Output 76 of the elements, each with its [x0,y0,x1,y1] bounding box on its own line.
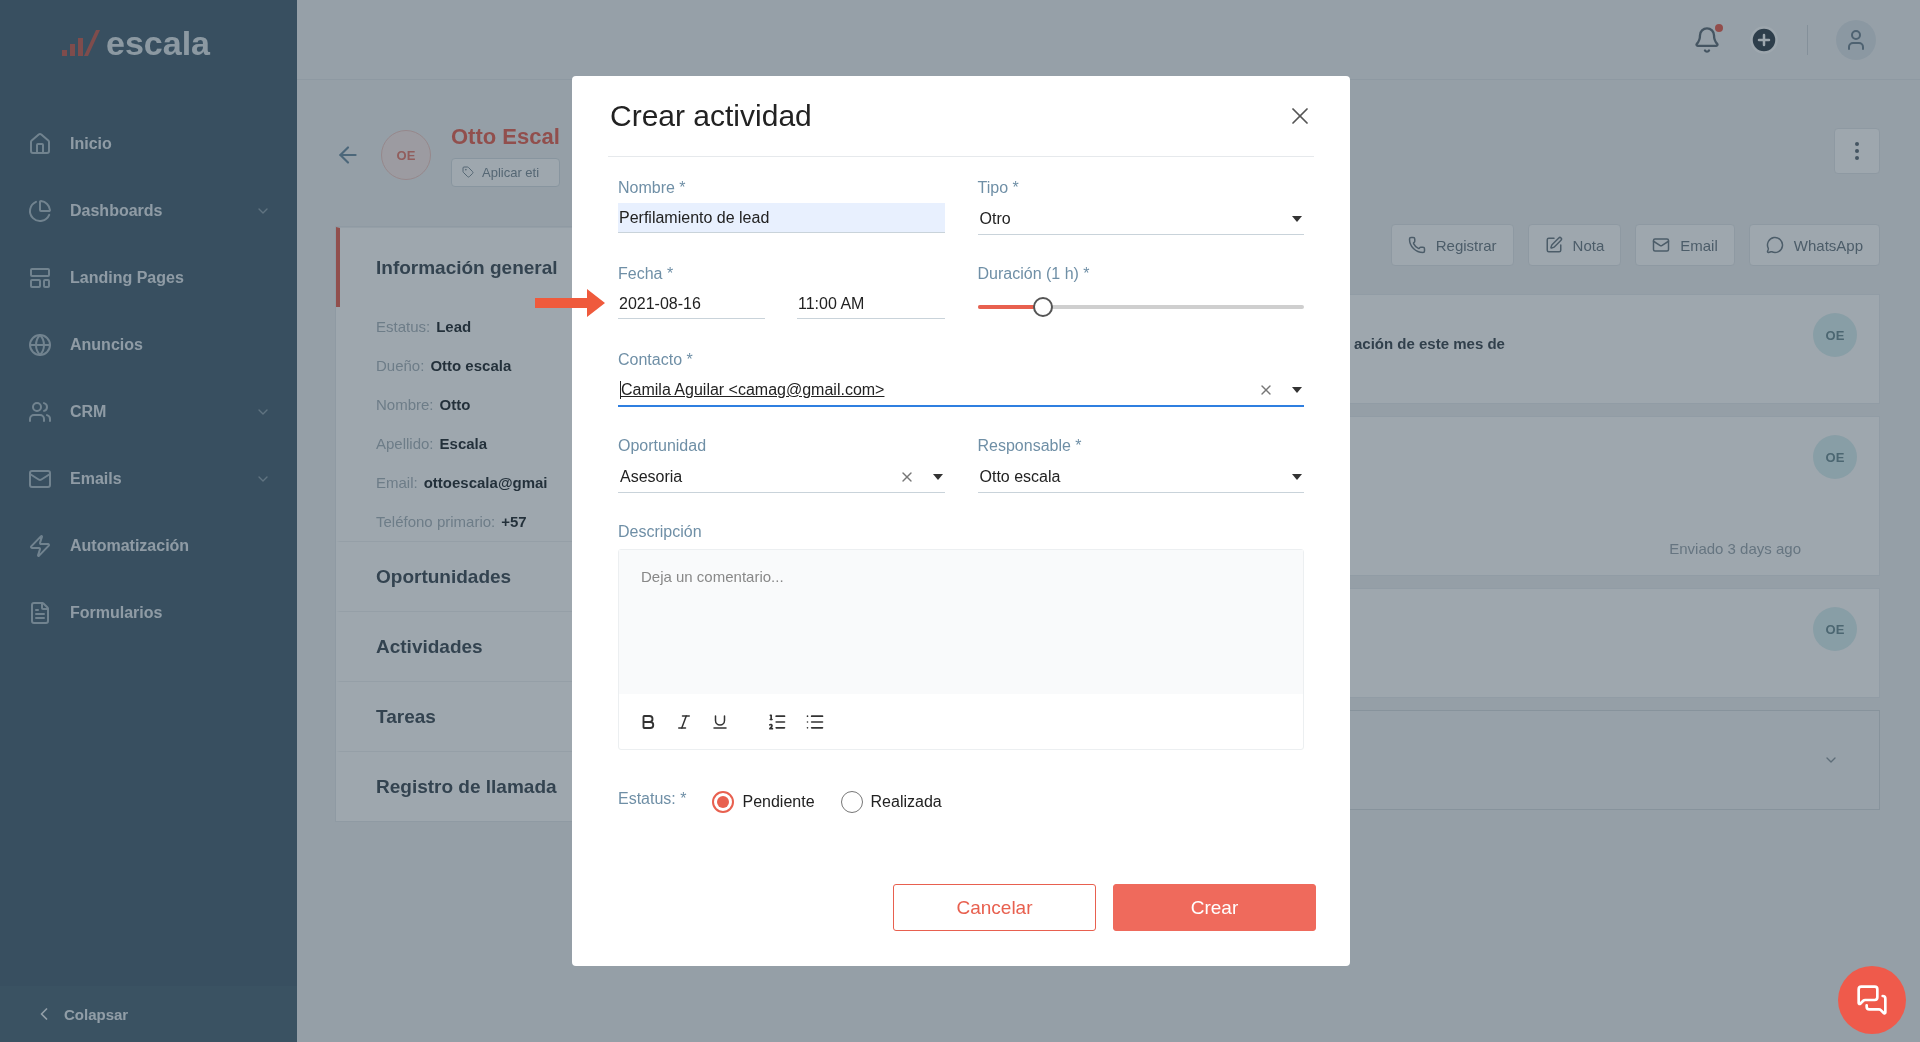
nav-item[interactable]: Formularios [0,579,297,646]
field-label: Responsable * [977,437,1082,456]
more-icon [1855,142,1859,160]
slider-thumb[interactable] [1032,297,1053,317]
contact-avatar: OE [381,130,431,180]
arrow-icon [535,289,605,317]
nav-item[interactable]: CRM [0,378,297,445]
chat-icon [1856,984,1888,1016]
caret-icon [1292,473,1302,480]
nav-item[interactable]: Landing Pages [0,244,297,311]
speech-bubble-icon [1765,236,1784,254]
cancel-button[interactable]: Cancelar [893,884,1096,931]
nav-item[interactable]: Inicio [0,110,297,177]
activity-meta: Enviado 3 days ago [1669,540,1801,557]
nav-item[interactable]: Emails [0,445,297,512]
tag-icon [462,166,474,178]
select-field[interactable]: Otto escala [977,461,1304,493]
nav-item[interactable]: Anuncios [0,311,297,378]
field-label: Estatus: * [618,790,687,809]
action-button[interactable]: WhatsApp [1748,224,1880,266]
field-label: Nombre * [618,179,686,198]
field-value: ottoescala@gmai [423,474,548,491]
field-value: Otto escala [430,357,512,374]
action-button[interactable]: Registrar [1390,224,1514,266]
action-button[interactable]: Nota [1527,224,1622,266]
bell-icon[interactable] [1693,25,1721,54]
nav-icon [28,600,52,625]
caret-icon [932,473,943,480]
nav-icon [28,533,52,558]
add-icon[interactable] [1749,24,1779,55]
field-value: +57 [501,513,527,530]
duration-slider[interactable] [977,297,1304,317]
date-field[interactable]: 2021-08-16 [618,289,765,319]
radio-label: Realizada [870,793,942,811]
user-avatar: OE [1813,435,1857,479]
caret-icon [1292,215,1302,222]
nav-icon [28,265,52,290]
field-label: Fecha * [618,265,674,284]
user-avatar: OE [1813,607,1857,651]
time-field[interactable]: 11:00 AM [797,289,945,319]
action-button[interactable]: Email [1635,224,1735,266]
field-value: Otto [439,396,471,413]
envelope-icon [1652,236,1671,254]
pencil-square-icon [1544,236,1563,254]
field-label: Descripción [618,523,702,542]
comment-field[interactable]: Deja un comentario... [619,550,1303,694]
underline-button[interactable] [711,712,729,731]
nav-icon [28,332,52,357]
nav-item[interactable]: Automatización [0,512,297,579]
field-label: Tipo * [977,179,1019,198]
nav-item[interactable]: Dashboards [0,177,297,244]
caret-icon [1292,387,1302,393]
logo-text: escala [106,23,210,63]
activity-text: ación de este mes de [1354,335,1505,352]
user-avatar: OE [1813,313,1857,357]
contact-name: Otto Escal [451,123,560,150]
user-avatar[interactable] [1836,19,1876,60]
italic-button[interactable] [675,712,693,731]
field-label: Oportunidad [618,437,707,456]
dialog-title: Crear actividad [610,99,812,133]
select-field[interactable]: Camila Aguilar <camag@gmail.com> [618,375,1304,407]
nav-icon [28,399,52,424]
field-value: Escala [439,435,488,452]
select-field[interactable]: Otro [977,203,1304,235]
name-field[interactable]: Perfilamiento de lead [618,203,945,233]
select-field[interactable]: Asesoria [618,461,945,493]
logo-icon [60,28,100,58]
field-label: Contacto * [618,351,693,370]
radio-button[interactable] [712,791,735,813]
tag-button[interactable]: Aplicar eti [451,157,560,187]
phone-icon [1407,236,1426,254]
nav-icon [28,131,52,156]
create-button[interactable]: Crear [1113,884,1316,931]
field-label: Duración (1 h) * [977,265,1090,284]
field-value: Lead [436,318,472,335]
nav-icon [28,198,52,223]
